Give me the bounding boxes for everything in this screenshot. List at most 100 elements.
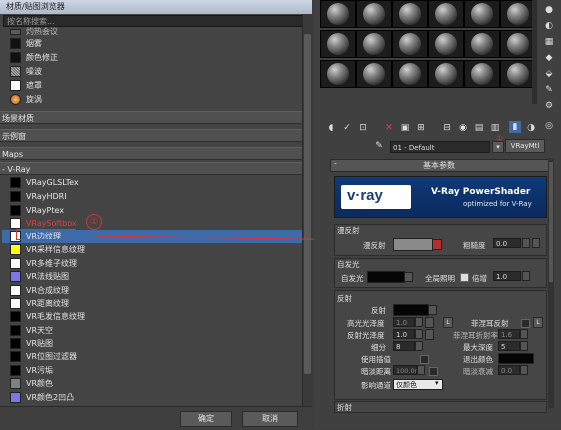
refl-gloss-spinner[interactable]: [415, 329, 423, 339]
sample-slot[interactable]: [392, 60, 428, 88]
sample-slot[interactable]: [428, 60, 464, 88]
sample-slot[interactable]: [320, 0, 356, 28]
make-unique-icon[interactable]: ⊞: [415, 122, 427, 134]
sample-slot[interactable]: [500, 30, 536, 58]
selfillum-map-button[interactable]: [404, 272, 413, 282]
roughness-spinner[interactable]: [522, 238, 530, 248]
put-to-scene-icon[interactable]: ✓: [341, 122, 353, 134]
show-map-icon[interactable]: ▤: [473, 122, 485, 134]
rollout-title: 基本参数: [423, 161, 455, 170]
selfillum-label: 自发光: [341, 274, 364, 283]
vray-logo: v·ray: [341, 185, 411, 209]
sample-slot[interactable]: [356, 30, 392, 58]
eyedropper-icon[interactable]: ✎: [373, 140, 385, 152]
options-icon[interactable]: ⚙: [543, 100, 555, 112]
reset-icon[interactable]: ✕: [383, 122, 395, 134]
sample-slot[interactable]: [428, 30, 464, 58]
subdivs-spinner[interactable]: [415, 341, 423, 351]
diffuse-map-button[interactable]: [432, 239, 442, 250]
reflect-color-swatch[interactable]: [393, 304, 429, 316]
hilight-lock-button[interactable]: L: [443, 317, 453, 328]
gi-label: 全局照明: [425, 274, 455, 283]
fresnel-label: 菲涅耳反射: [471, 319, 509, 328]
multiplier-field[interactable]: 1.0: [493, 271, 521, 281]
diffuse-label: 漫反射: [363, 241, 386, 250]
material-id-icon[interactable]: ◉: [457, 122, 469, 134]
dim-distance-field[interactable]: 100.0n: [393, 365, 419, 375]
dim-distance-spinner[interactable]: [417, 365, 425, 375]
dim-distance-checkbox[interactable]: [429, 367, 438, 376]
sample-slot[interactable]: [464, 0, 500, 28]
select-by-material-icon[interactable]: ◎: [543, 120, 555, 132]
make-copy-icon[interactable]: ▣: [399, 122, 411, 134]
slots-scrollbar[interactable]: [532, 0, 537, 104]
sample-slot[interactable]: [500, 60, 536, 88]
sample-slot[interactable]: [428, 0, 464, 28]
rollout-header[interactable]: - 基本参数: [330, 159, 550, 172]
fresnel-ior-spinner[interactable]: [520, 329, 528, 339]
get-material-icon[interactable]: ◖: [325, 122, 337, 134]
reflection-group: 反射 反射 高光光泽度 1.0 L 菲涅耳反射 L 反射光泽度 1.0 菲涅耳折…: [334, 290, 547, 400]
assign-material-icon[interactable]: ⊡: [357, 122, 369, 134]
sample-slot[interactable]: [392, 0, 428, 28]
refl-gloss-field[interactable]: 1.0: [393, 329, 415, 339]
reflection-section-label: 反射: [337, 294, 352, 303]
editor-scrollbar[interactable]: [548, 158, 554, 408]
sample-slot[interactable]: [464, 30, 500, 58]
put-to-library-icon[interactable]: ⊟: [441, 122, 453, 134]
fresnel-checkbox[interactable]: [521, 319, 530, 328]
affect-channels-label: 影响通道: [361, 381, 391, 390]
material-type-button[interactable]: VRayMtl: [505, 139, 545, 153]
refraction-section-label: 折射: [337, 403, 352, 412]
exit-color-label: 退出颜色: [463, 355, 493, 364]
vray-logo-text: v·ray: [347, 187, 383, 204]
roughness-map-button[interactable]: [532, 238, 540, 248]
subdivs-field[interactable]: 8: [393, 341, 415, 351]
video-check-icon[interactable]: ⬙: [543, 68, 555, 80]
show-end-result-icon[interactable]: ▥: [489, 122, 501, 134]
backlight-icon[interactable]: ◐: [543, 20, 555, 32]
refl-gloss-map-button[interactable]: [425, 329, 434, 340]
selfillum-section-label: 自发光: [337, 260, 360, 269]
sample-slot[interactable]: [320, 60, 356, 88]
use-interp-checkbox[interactable]: [420, 355, 429, 364]
max-depth-field[interactable]: 5: [498, 341, 520, 351]
sample-slot[interactable]: [356, 0, 392, 28]
hilight-gloss-spinner[interactable]: [415, 317, 423, 327]
dim-falloff-spinner[interactable]: [520, 365, 528, 375]
max-depth-spinner[interactable]: [520, 341, 528, 351]
diffuse-color-swatch[interactable]: [393, 238, 433, 251]
reflect-map-button[interactable]: [428, 305, 437, 315]
sample-slot[interactable]: [356, 60, 392, 88]
go-to-parent-icon[interactable]: ▮: [509, 121, 521, 133]
fresnel-ior-field[interactable]: 1.6: [498, 329, 520, 339]
diffuse-section-label: 漫反射: [337, 226, 360, 235]
background-icon[interactable]: ▦: [543, 36, 555, 48]
multiplier-spinner[interactable]: [522, 271, 530, 281]
roughness-field[interactable]: 0.0: [493, 238, 521, 248]
dim-falloff-label: 暗淡衰减: [463, 367, 493, 376]
material-name-field[interactable]: 01 - Default: [390, 141, 490, 153]
dim-falloff-field[interactable]: 0.0: [498, 365, 520, 375]
hilight-gloss-field[interactable]: 1.0: [393, 317, 415, 327]
vray-banner: v·ray V-Ray PowerShader optimized for V-…: [334, 176, 547, 218]
sample-slot[interactable]: [464, 60, 500, 88]
sample-slot[interactable]: [320, 30, 356, 58]
exit-color-swatch[interactable]: [498, 353, 534, 364]
self-illum-group: 自发光 自发光 全局照明 倍增 1.0: [334, 258, 547, 288]
hilight-gloss-map-button[interactable]: [425, 317, 434, 328]
sample-slot[interactable]: [392, 30, 428, 58]
editor-scrollbar-thumb[interactable]: [549, 162, 553, 282]
go-forward-icon[interactable]: ◑: [525, 122, 537, 134]
gi-checkbox[interactable]: [460, 273, 469, 282]
selfillum-color-swatch[interactable]: [367, 271, 405, 283]
rollout-toggle-icon: -: [334, 159, 337, 168]
uv-tiling-icon[interactable]: ◆: [543, 52, 555, 64]
sample-type-icon[interactable]: ●: [543, 4, 555, 16]
subdivs-label: 细分: [371, 343, 386, 352]
refl-gloss-label: 反射光泽度: [347, 331, 385, 340]
fresnel-lock-button[interactable]: L: [533, 317, 543, 328]
make-preview-icon[interactable]: ✎: [543, 84, 555, 96]
annotation-marker: ①: [496, 134, 504, 143]
sample-slot[interactable]: [500, 0, 536, 28]
